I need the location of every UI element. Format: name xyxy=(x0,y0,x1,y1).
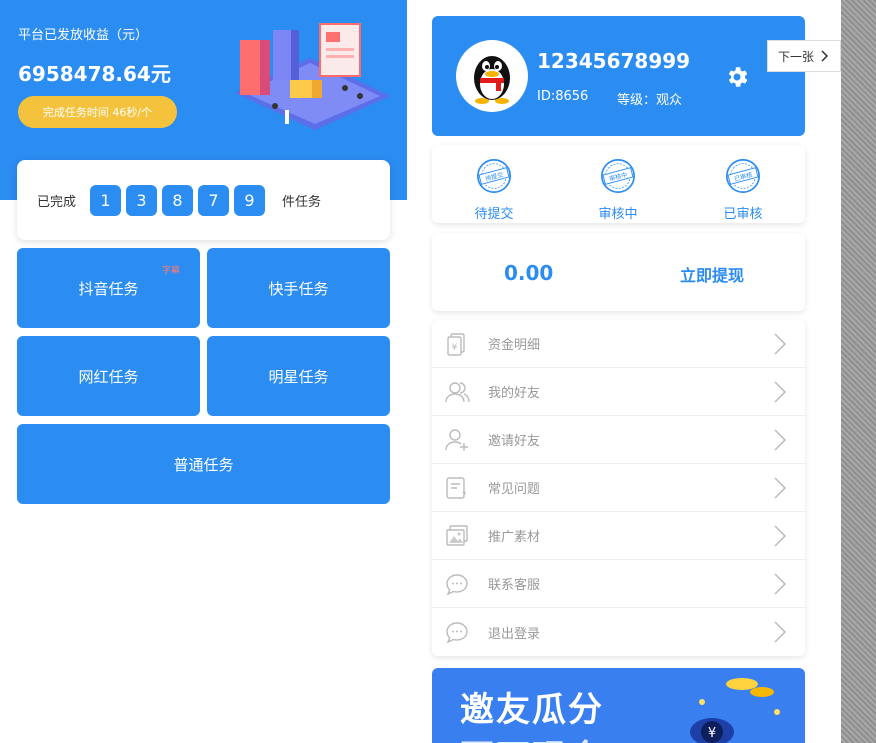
menu-item-label: 常见问题 xyxy=(488,482,541,497)
task-time-pill: 完成任务时间 46秒/个 xyxy=(18,96,177,128)
wanghong-task-label: 网红任务 xyxy=(78,367,139,386)
side-scroll-strip xyxy=(841,0,876,743)
banner-coin-text: ¥ xyxy=(708,726,716,741)
user-level: 等级：观众 xyxy=(617,93,683,108)
completed-suffix: 件任务 xyxy=(282,194,322,210)
platform-earnings-amount: 6958478.64元 xyxy=(18,62,171,86)
profile-card: 12345678999 ID:8656 等级：观众 xyxy=(432,16,805,136)
pending-submit-stamp-icon: 待提交 xyxy=(476,158,512,194)
avatar[interactable] xyxy=(456,40,528,112)
menu-item-customer-service[interactable]: 联系客服 xyxy=(432,560,805,608)
banner-subheadline: 百万现金 xyxy=(460,730,604,743)
pending-submit-label: 待提交 xyxy=(474,207,514,222)
withdraw-button[interactable]: 立即提现 xyxy=(680,262,744,286)
completed-prefix: 已完成 xyxy=(37,194,77,210)
menu-item-label: 邀请好友 xyxy=(488,434,541,449)
menu-item-label: 联系客服 xyxy=(488,578,541,593)
gear-icon[interactable] xyxy=(724,64,750,90)
menu-item-my-friends[interactable]: 我的好友 xyxy=(432,368,805,416)
reviewed-label: 已审核 xyxy=(723,207,763,222)
friends-icon xyxy=(445,381,470,402)
completed-digits: 1 3 8 7 9 xyxy=(90,184,270,216)
next-label: 下一张 xyxy=(777,49,814,64)
chevron-right-icon xyxy=(774,477,787,499)
douyin-task-button[interactable]: 抖音任务 字幕 xyxy=(17,248,200,328)
wanghong-task-button[interactable]: 网红任务 xyxy=(17,336,200,416)
svg-text:?: ? xyxy=(462,491,467,501)
banner-headline: 邀友瓜分 xyxy=(460,690,604,730)
putong-task-label: 普通任务 xyxy=(173,455,234,474)
chevron-right-icon xyxy=(774,621,787,643)
menu-item-logout[interactable]: 退出登录 xyxy=(432,608,805,656)
douyin-task-badge: 字幕 xyxy=(162,266,181,276)
image-icon xyxy=(446,524,468,546)
reviewing-label: 审核中 xyxy=(598,207,638,222)
chevron-right-icon xyxy=(821,50,829,62)
city-illustration-icon xyxy=(235,23,390,130)
menu-item-label: 退出登录 xyxy=(488,626,541,642)
chevron-right-icon xyxy=(774,333,787,355)
platform-earnings-title: 平台已发放收益（元） xyxy=(18,28,149,43)
status-reviewed[interactable]: 已审核 已审核 xyxy=(698,157,788,222)
menu-item-invite-friends[interactable]: 邀请好友 xyxy=(432,416,805,464)
douyin-task-label: 抖音任务 xyxy=(78,279,139,298)
invite-banner[interactable]: 邀友瓜分 百万现金 ¥ xyxy=(432,668,805,743)
task-status-card: 待提交 待提交 审核中 审核中 已审核 已审核 xyxy=(432,145,805,223)
faq-icon: ? xyxy=(446,476,467,501)
status-pending-submit[interactable]: 待提交 待提交 xyxy=(449,157,539,222)
menu-item-label: 资金明细 xyxy=(488,338,541,353)
chevron-right-icon xyxy=(774,525,787,547)
logout-chat-icon xyxy=(446,622,468,644)
menu-item-promo-materials[interactable]: 推广素材 xyxy=(432,512,805,560)
digit-box: 3 xyxy=(126,184,158,216)
digit-box: 1 xyxy=(90,184,122,216)
coins-illustration-icon: ¥ xyxy=(690,678,780,743)
completed-tasks-card: 已完成 1 3 8 7 9 件任务 xyxy=(17,160,390,240)
chevron-right-icon xyxy=(774,429,787,451)
digit-box: 7 xyxy=(198,184,230,216)
next-button[interactable]: 下一张 xyxy=(767,40,841,72)
document-icon: ¥ xyxy=(447,332,465,356)
reviewing-stamp-icon: 审核中 xyxy=(600,158,636,194)
digit-box: 9 xyxy=(234,184,266,216)
menu-item-label: 我的好友 xyxy=(488,386,541,401)
menu-item-label: 推广素材 xyxy=(488,530,541,545)
reviewed-stamp-icon: 已审核 xyxy=(725,158,761,194)
mingxing-task-label: 明星任务 xyxy=(268,367,329,386)
balance-card: 0.00 立即提现 xyxy=(432,233,805,311)
menu-item-faq[interactable]: ? 常见问题 xyxy=(432,464,805,512)
status-reviewing[interactable]: 审核中 审核中 xyxy=(573,157,663,222)
invite-user-icon xyxy=(445,428,468,451)
penguin-avatar-icon xyxy=(474,56,510,104)
user-phone: 12345678999 xyxy=(537,49,691,73)
balance-amount: 0.00 xyxy=(504,261,554,285)
chevron-right-icon xyxy=(774,573,787,595)
menu-list: ¥ 资金明细 我的好友 邀请好友 ? 常见问题 推广素材 联系客服 退出登录 xyxy=(432,320,805,656)
kuaishou-task-button[interactable]: 快手任务 xyxy=(207,248,390,328)
chevron-right-icon xyxy=(774,381,787,403)
digit-box: 8 xyxy=(162,184,194,216)
chat-icon xyxy=(446,573,468,595)
menu-item-fund-details[interactable]: ¥ 资金明细 xyxy=(432,320,805,368)
svg-text:¥: ¥ xyxy=(452,343,458,353)
mingxing-task-button[interactable]: 明星任务 xyxy=(207,336,390,416)
kuaishou-task-label: 快手任务 xyxy=(268,279,329,298)
putong-task-button[interactable]: 普通任务 xyxy=(17,424,390,504)
user-id: ID:8656 xyxy=(537,89,589,104)
